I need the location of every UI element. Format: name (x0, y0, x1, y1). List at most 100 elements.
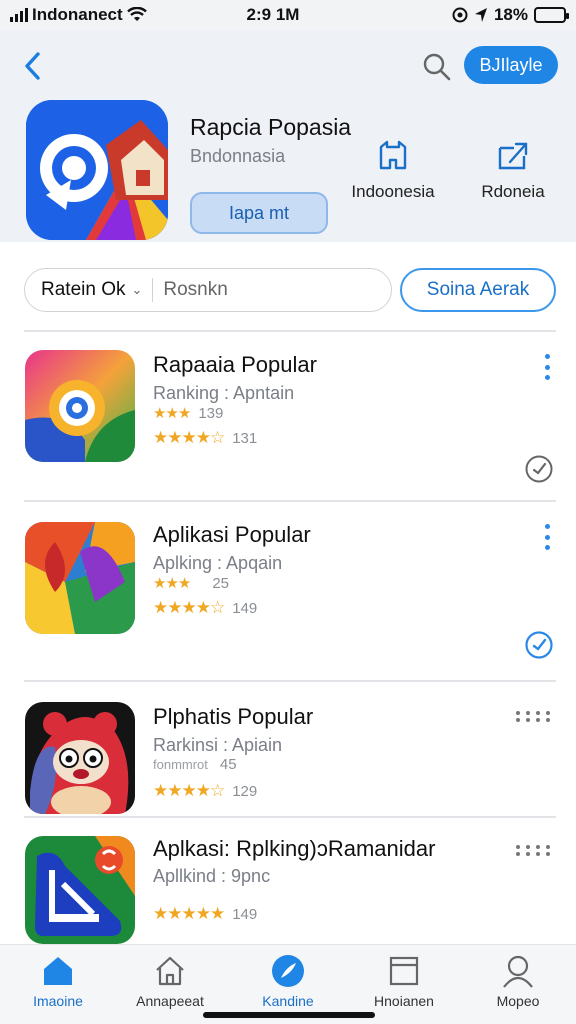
featured-app-title: Rapcia Popasia (190, 114, 352, 140)
filter-divider (152, 278, 154, 302)
divider (24, 500, 556, 502)
nav-row: BJIlayle (0, 44, 576, 88)
app-rating: ★★★★★ 149 (153, 904, 257, 924)
list-item[interactable]: Rapaaia Popular Ranking : Apntain ★★★ 13… (0, 348, 576, 498)
filter-dropdown[interactable]: Ratein Ok ⌄ Rosnkn (24, 268, 392, 312)
meta-caption: fonmmrot (153, 757, 208, 772)
search-icon (423, 53, 451, 81)
tab-label: Mopeo (496, 993, 540, 1009)
building-icon (379, 140, 407, 170)
rating-stars: ★★★★★ (153, 904, 225, 923)
app-header: BJIlayle Rapcia Popasia Bndonnasia Iapa … (0, 30, 576, 242)
meta-share-label: Rdoneia (481, 182, 545, 201)
app-title: Aplkasi: Rplking)ɔRamanidar (153, 836, 436, 861)
app-title: Plphatis Popular (153, 704, 314, 729)
tab-label: Hnoianen (374, 993, 434, 1009)
signal-icon (10, 8, 28, 22)
more-options-button[interactable] (538, 354, 556, 380)
filter-apply-button[interactable]: Soina Aerak (400, 268, 556, 312)
meta-region[interactable]: Indoonesia (338, 138, 448, 202)
featured-app-artwork (26, 100, 168, 240)
chevron-left-icon (25, 52, 40, 80)
more-options-button[interactable] (516, 708, 552, 724)
app-subtitle: Apllkind : 9pnc (153, 866, 271, 886)
rating-stars: ★★★★☆ (153, 598, 225, 617)
home-indicator (203, 1012, 375, 1018)
tab-label: Kandine (262, 993, 314, 1009)
status-right: 18% (366, 5, 569, 25)
rating-value: 129 (232, 782, 258, 800)
location-icon (474, 8, 487, 22)
check-circle-icon[interactable] (524, 630, 554, 660)
back-button[interactable] (14, 48, 50, 84)
app-title: Aplikasi Popular (153, 522, 311, 547)
app-rating: ★★★★☆ 131 (153, 428, 257, 448)
profile-icon (503, 955, 533, 988)
tab-profile[interactable]: Mopeo (468, 953, 568, 1009)
rating-stars: ★★★★☆ (153, 781, 225, 800)
battery-percent: 18% (493, 5, 528, 24)
filter-row: Ratein Ok ⌄ Rosnkn Soina Aerak (0, 266, 576, 314)
rating-value: 149 (232, 599, 258, 617)
search-button[interactable] (422, 52, 452, 82)
header-action-button[interactable]: BJIlayle (464, 46, 558, 84)
tab-discover[interactable]: Kandine (238, 953, 338, 1009)
divider (24, 680, 556, 682)
featured-app-subtitle: Bndonnasia (190, 146, 286, 166)
meta-stars: ★★★ (153, 405, 191, 422)
divider (24, 816, 556, 818)
divider (24, 330, 556, 332)
share-icon (498, 142, 528, 170)
tab-home[interactable]: Imaoine (8, 953, 108, 1009)
chevron-down-icon: ⌄ (131, 282, 143, 297)
meta-region-label: Indoonesia (351, 182, 435, 201)
app-artwork (25, 350, 135, 462)
app-title: Rapaaia Popular (153, 352, 317, 377)
check-circle-icon[interactable] (524, 454, 554, 484)
app-subtitle: Ranking : Apntain (153, 383, 295, 403)
app-icon (25, 522, 135, 634)
home-icon (44, 957, 72, 985)
app-meta: fonmmrot 45 (153, 756, 237, 773)
window-icon (389, 956, 419, 986)
app-rating: ★★★★☆ 129 (153, 781, 257, 801)
app-subtitle: Aplking : Apqain (153, 553, 283, 573)
get-button[interactable]: Iapa mt (190, 192, 328, 234)
rating-stars: ★★★★☆ (153, 428, 225, 447)
filter-selected: Ratein Ok (41, 279, 126, 300)
meta-value: 45 (219, 756, 237, 773)
meta-value: 139 (198, 404, 224, 422)
more-options-button[interactable] (516, 842, 552, 858)
battery-icon (534, 7, 569, 23)
meta-stars: ★★★ (153, 575, 191, 592)
rating-value: 149 (232, 905, 258, 923)
app-icon (25, 702, 135, 814)
list-item[interactable]: Plphatis Popular Rarkinsi : Apiain fonmm… (0, 700, 576, 815)
tab-window[interactable]: Hnoianen (354, 953, 454, 1009)
carrier-name: Indonanect (32, 5, 123, 24)
app-rating: ★★★★☆ 149 (153, 598, 257, 618)
app-icon (25, 836, 135, 944)
house-outline-icon (156, 956, 184, 986)
wifi-icon (126, 7, 147, 21)
app-artwork (25, 702, 135, 814)
app-icon (25, 350, 135, 462)
filter-search-placeholder[interactable]: Rosnkn (163, 279, 227, 301)
featured-app-icon[interactable] (26, 100, 168, 240)
list-item[interactable]: Aplikasi Popular Aplking : Apqain ★★★ 25… (0, 518, 576, 678)
rating-value: 131 (232, 429, 258, 447)
status-bar: Indonanect 2:9 1M 18% (0, 0, 576, 30)
list-item[interactable]: Aplkasi: Rplking)ɔRamanidar Apllkind : 9… (0, 834, 576, 944)
tab-apps[interactable]: Annapeeat (120, 953, 220, 1009)
compass-icon (272, 955, 304, 987)
more-options-button[interactable] (538, 524, 556, 550)
at-icon (452, 7, 468, 23)
meta-value: 25 (212, 574, 230, 592)
app-subtitle: Rarkinsi : Apiain (153, 735, 283, 755)
meta-share[interactable]: Rdoneia (458, 138, 568, 202)
tab-label: Imaoine (33, 993, 83, 1009)
app-meta: ★★★ 139 (153, 404, 224, 423)
app-meta: ★★★ 25 (153, 574, 230, 593)
app-artwork (25, 836, 135, 944)
tab-label: Annapeeat (136, 993, 204, 1009)
